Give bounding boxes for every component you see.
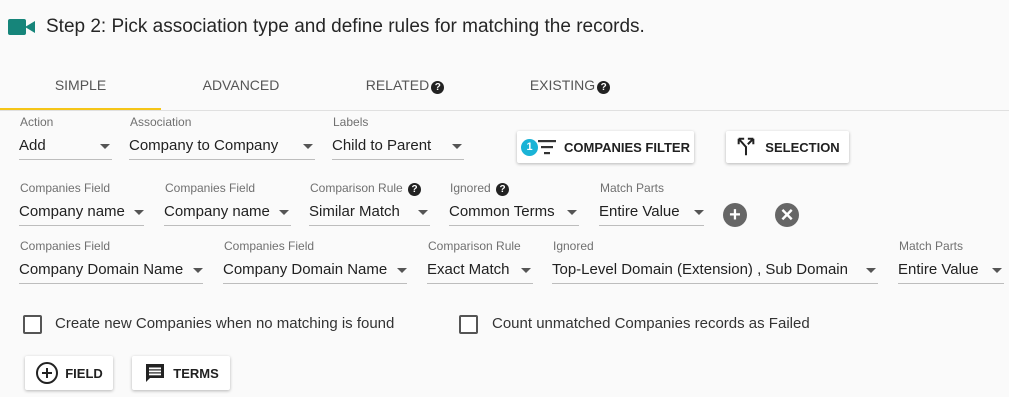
labels-select[interactable]: Child to Parent	[332, 133, 464, 160]
comparison-rule-select[interactable]: Similar Match	[309, 199, 430, 226]
association-select[interactable]: Company to Company	[129, 133, 315, 160]
match-parts-select[interactable]: Entire Value	[599, 199, 704, 226]
count-unmatched-label: Count unmatched Companies records as Fai…	[492, 315, 810, 332]
chevron-down-icon	[992, 268, 1002, 273]
count-unmatched-checkbox[interactable]	[459, 315, 478, 334]
chevron-down-icon	[303, 144, 313, 149]
field-b-select[interactable]: Company name	[164, 199, 291, 226]
chevron-down-icon	[193, 268, 203, 273]
ignored-label: Ignored ?	[450, 181, 510, 196]
field-b-select[interactable]: Company Domain Name	[223, 257, 407, 284]
chevron-down-icon	[397, 268, 407, 273]
association-label: Association	[130, 115, 192, 129]
ignored-select[interactable]: Common Terms	[449, 199, 579, 226]
ignored-label: Ignored	[553, 239, 594, 253]
field-a-select[interactable]: Company name	[19, 199, 144, 226]
companies-filter-button[interactable]: 1 COMPANIES FILTER	[517, 131, 694, 163]
comparison-rule-label: Comparison Rule ?	[310, 181, 422, 196]
chevron-down-icon	[279, 210, 289, 215]
tab-related[interactable]: RELATED?	[330, 70, 480, 108]
comparison-rule-label: Comparison Rule	[428, 239, 521, 253]
tab-advanced[interactable]: ADVANCED	[161, 70, 321, 108]
match-parts-label: Match Parts	[600, 181, 665, 195]
step-header: Step 2: Pick association type and define…	[8, 16, 645, 38]
match-parts-select[interactable]: Entire Value	[898, 257, 1004, 284]
chevron-down-icon	[866, 268, 876, 273]
chevron-down-icon	[418, 210, 428, 215]
create-new-label: Create new Companies when no matching is…	[55, 315, 395, 332]
add-field-button[interactable]: FIELD	[25, 356, 113, 390]
chevron-down-icon	[567, 210, 577, 215]
field-a-select[interactable]: Company Domain Name	[19, 257, 203, 284]
tab-existing[interactable]: EXISTING?	[490, 70, 650, 108]
help-icon[interactable]: ?	[496, 183, 510, 196]
action-select[interactable]: Add	[19, 133, 112, 160]
add-rule-button[interactable]: +	[723, 203, 747, 227]
chevron-down-icon	[134, 210, 144, 215]
help-icon[interactable]: ?	[597, 81, 611, 94]
field-b-label: Companies Field	[165, 181, 256, 195]
page-title: Step 2: Pick association type and define…	[46, 16, 645, 37]
tab-bar: SIMPLE ADVANCED RELATED? EXISTING?	[0, 70, 1009, 111]
action-label: Action	[20, 115, 54, 129]
help-icon[interactable]: ?	[431, 81, 445, 94]
tab-simple[interactable]: SIMPLE	[0, 70, 161, 110]
chevron-down-icon	[452, 144, 462, 149]
remove-rule-button[interactable]: ×	[775, 203, 799, 227]
selection-button[interactable]: SELECTION	[726, 131, 849, 163]
field-b-label: Companies Field	[224, 239, 315, 253]
match-parts-label: Match Parts	[899, 239, 964, 253]
chevron-down-icon	[694, 210, 704, 215]
comment-icon	[146, 364, 165, 382]
help-icon[interactable]: ?	[408, 183, 422, 196]
comparison-rule-select[interactable]: Exact Match	[427, 257, 533, 284]
ignored-select[interactable]: Top-Level Domain (Extension) , Sub Domai…	[552, 257, 878, 284]
field-a-label: Companies Field	[20, 239, 111, 253]
labels-label: Labels	[333, 115, 369, 129]
terms-button[interactable]: TERMS	[132, 356, 230, 390]
chevron-down-icon	[521, 268, 531, 273]
video-camera-icon	[8, 17, 36, 37]
merge-split-icon	[737, 137, 755, 156]
filter-list-icon	[538, 140, 557, 155]
add-circle-icon	[36, 362, 59, 384]
create-new-checkbox[interactable]	[23, 315, 42, 334]
chevron-down-icon	[100, 144, 110, 149]
field-a-label: Companies Field	[20, 181, 111, 195]
